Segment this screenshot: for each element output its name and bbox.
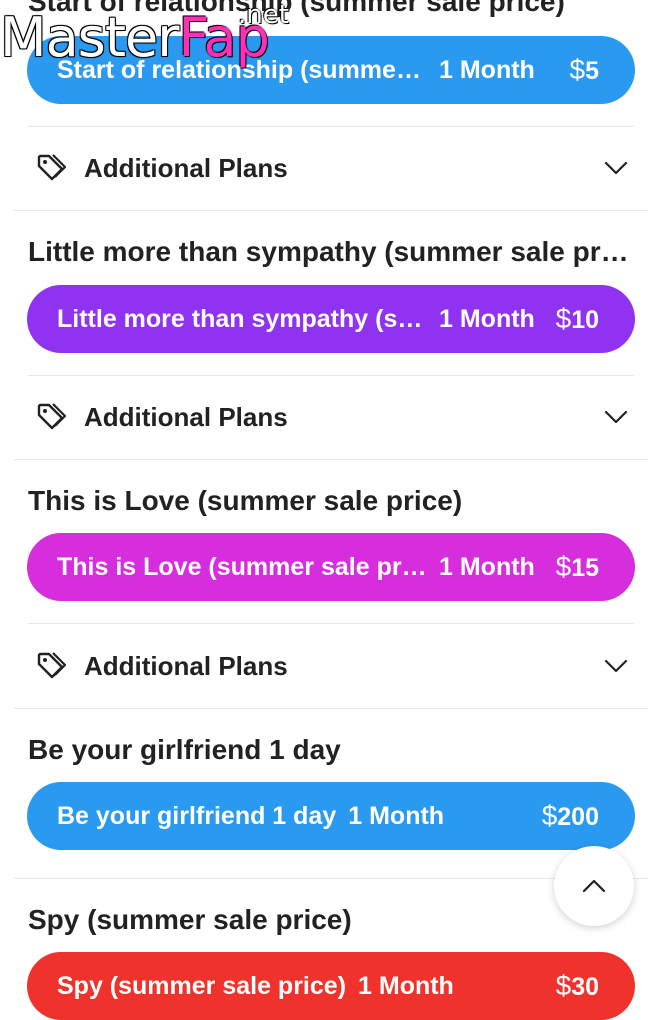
section-divider — [14, 878, 648, 879]
additional-plans-label: Additional Plans — [84, 152, 288, 183]
additional-plans-label: Additional Plans — [84, 650, 288, 681]
subscribe-button[interactable]: Start of relationship (summer sale price… — [27, 36, 635, 104]
chevron-down-icon — [604, 161, 628, 175]
additional-plans-toggle[interactable]: Additional Plans — [28, 148, 634, 188]
additional-plans-toggle[interactable]: Additional Plans — [28, 397, 634, 437]
chevron-down-icon — [604, 659, 628, 673]
plan-title: Little more than sympathy (summer sale p… — [28, 236, 634, 267]
plan-price: $5 — [569, 54, 599, 85]
plan-price: $10 — [555, 303, 599, 334]
subscribe-button[interactable]: This is Love (summer sale price) 1 Month… — [27, 533, 635, 601]
plan-button-name: Little more than sympathy (summer sale p… — [57, 304, 427, 333]
plan-title: Start of relationship (summer sale price… — [28, 0, 565, 17]
plan-button-name: Spy (summer sale price) — [57, 971, 347, 1000]
subscribe-button[interactable]: Little more than sympathy (summer sale p… — [27, 285, 635, 353]
section-divider — [14, 708, 648, 709]
plan-title: Spy (summer sale price) — [28, 904, 352, 935]
tag-icon — [37, 652, 66, 679]
divider — [28, 623, 634, 624]
scroll-to-top-button[interactable] — [554, 846, 634, 926]
plan-price: $200 — [541, 800, 599, 831]
plan-price: $15 — [555, 551, 599, 582]
section-divider — [14, 459, 648, 460]
subscribe-button[interactable]: Be your girlfriend 1 day 1 Month $200 — [27, 782, 635, 850]
plan-button-name: This is Love (summer sale price) — [57, 552, 427, 581]
tag-icon — [37, 154, 66, 181]
chevron-up-icon — [582, 879, 606, 893]
plan-duration: 1 Month — [439, 55, 535, 84]
plan-duration: 1 Month — [439, 552, 535, 581]
subscribe-button[interactable]: Spy (summer sale price) 1 Month $30 — [27, 952, 635, 1020]
chevron-down-icon — [604, 410, 628, 424]
tag-icon — [37, 403, 66, 430]
divider — [28, 126, 634, 127]
section-divider — [14, 210, 648, 211]
plan-title: Be your girlfriend 1 day — [28, 734, 341, 765]
additional-plans-toggle[interactable]: Additional Plans — [28, 646, 634, 686]
plan-button-name: Be your girlfriend 1 day — [57, 801, 337, 830]
plan-button-name: Start of relationship (summer sale price… — [57, 55, 427, 84]
plan-duration: 1 Month — [358, 971, 454, 1000]
divider — [28, 375, 634, 376]
plan-price: $30 — [555, 970, 599, 1001]
plan-title: This is Love (summer sale price) — [28, 485, 463, 516]
plan-duration: 1 Month — [439, 304, 535, 333]
additional-plans-label: Additional Plans — [84, 401, 288, 432]
plan-duration: 1 Month — [348, 801, 445, 830]
